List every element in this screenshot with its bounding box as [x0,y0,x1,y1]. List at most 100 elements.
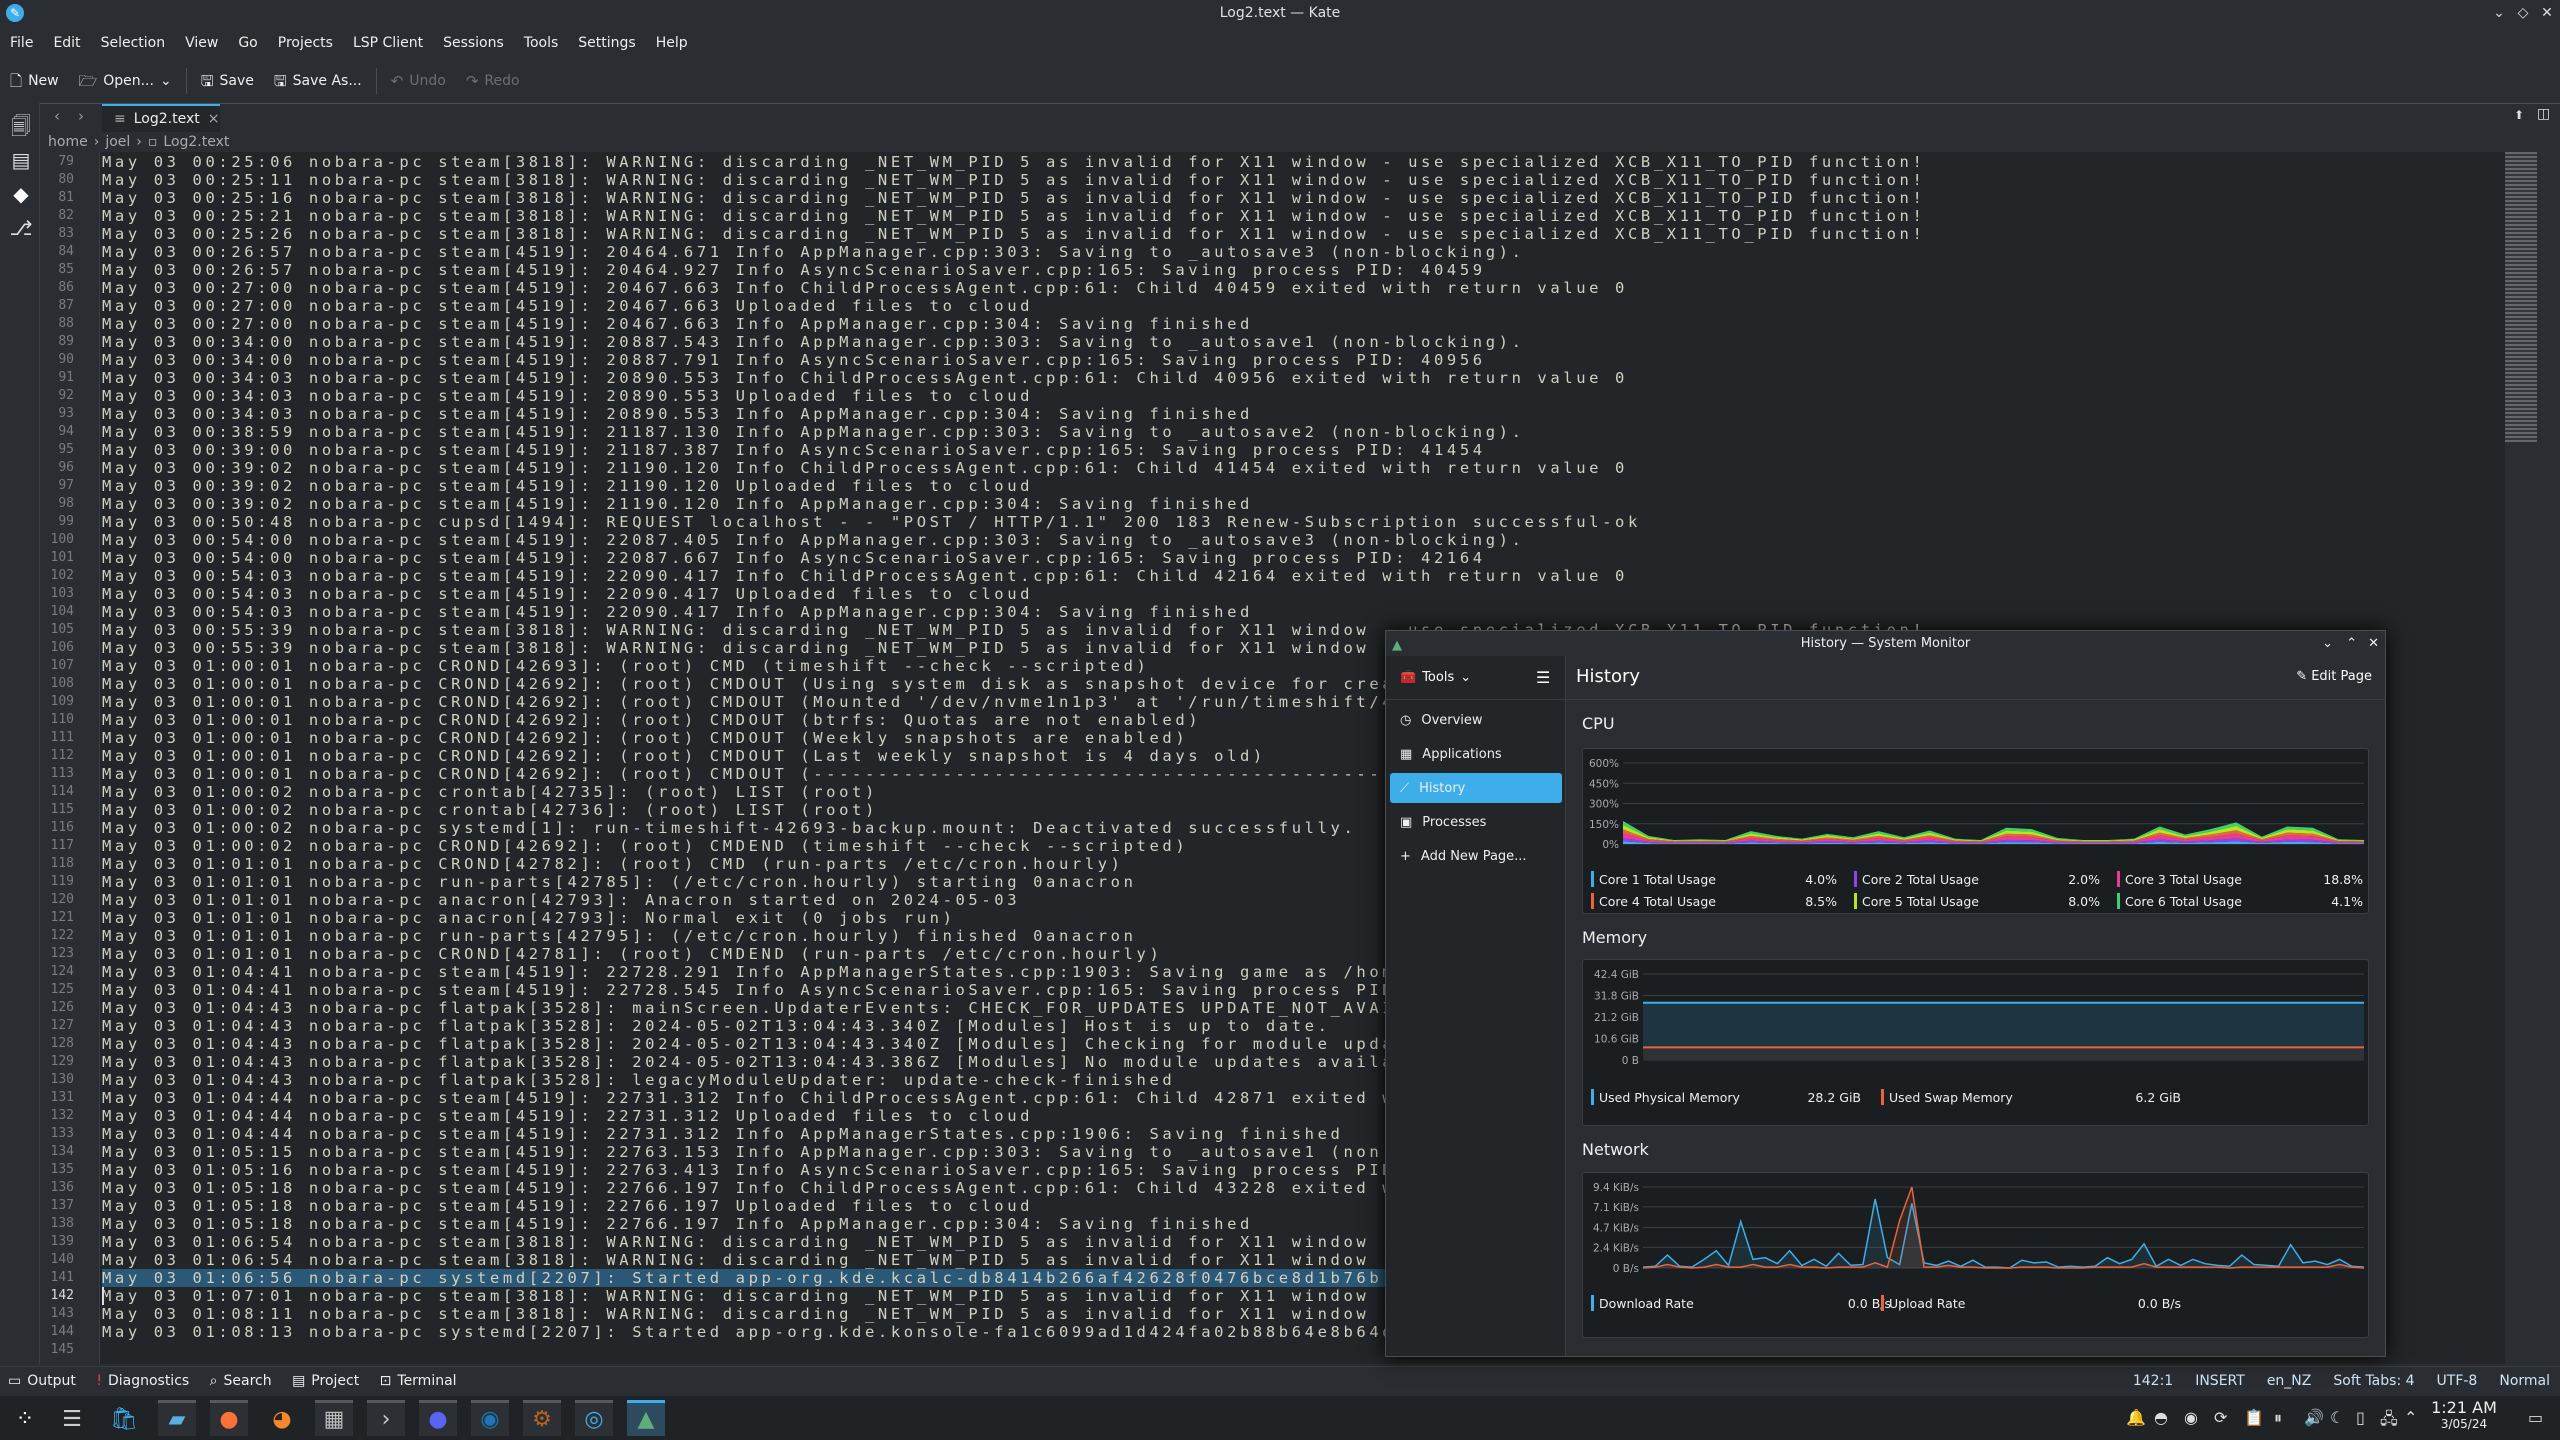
minimap-scrollbar[interactable] [2505,152,2537,442]
text-line[interactable]: May 03 00:39:02 nobara-pc steam[4519]: 2… [102,459,1628,477]
projects-icon[interactable]: ▤ [8,147,34,173]
text-line[interactable]: May 03 01:05:18 nobara-pc steam[4519]: 2… [102,1197,1033,1215]
night-light-icon[interactable]: ☾ [2330,1408,2344,1427]
text-line[interactable]: May 03 01:04:41 nobara-pc steam[4519]: 2… [102,981,1486,999]
pin-icon[interactable]: ⬆ [2514,108,2524,122]
breadcrumb-joel[interactable]: joel [105,132,130,152]
discord-icon[interactable]: ● [419,1400,457,1436]
text-line[interactable]: May 03 01:00:01 nobara-pc CROND[42692]: … [102,711,1201,729]
text-line[interactable]: May 03 00:39:02 nobara-pc steam[4519]: 2… [102,495,1253,513]
text-line[interactable]: May 03 01:00:02 nobara-pc CROND[42692]: … [102,837,1188,855]
system-monitor-icon[interactable]: ▲ [627,1400,665,1436]
audio-settings-icon[interactable]: ⚙ [523,1400,561,1436]
network-icon[interactable]: 🖧 [2380,1408,2398,1435]
diagnostics-panel-button[interactable]: ! Diagnostics [88,1367,197,1395]
text-line[interactable]: May 03 00:26:57 nobara-pc steam[4519]: 2… [102,261,1486,279]
output-panel-button[interactable]: ▭ Output [0,1367,84,1395]
text-line[interactable]: May 03 01:04:43 nobara-pc flatpak[3528]:… [102,1071,1175,1089]
media-pause-icon[interactable]: ⏸ [2274,1408,2282,1428]
clipboard-icon[interactable]: 📋 [2244,1408,2264,1427]
text-line[interactable]: May 03 00:26:57 nobara-pc steam[4519]: 2… [102,243,1525,261]
text-line[interactable]: May 03 01:05:15 nobara-pc steam[4519]: 2… [102,1143,1525,1161]
text-line[interactable]: May 03 01:04:44 nobara-pc steam[4519]: 2… [102,1125,1343,1143]
blender-icon[interactable]: ◕ [263,1400,301,1436]
text-line[interactable]: May 03 00:39:02 nobara-pc steam[4519]: 2… [102,477,1033,495]
text-line[interactable]: May 03 01:00:01 nobara-pc CROND[42692]: … [102,693,1563,711]
indentation-settings[interactable]: Soft Tabs: 4 [2333,1367,2414,1395]
menu-settings[interactable]: Settings [568,28,645,58]
menu-view[interactable]: View [175,28,228,58]
application-launcher-icon[interactable]: ⁘ [6,1400,44,1436]
text-line[interactable]: May 03 00:54:00 nobara-pc steam[4519]: 2… [102,549,1486,567]
menu-tools[interactable]: Tools [514,28,569,58]
tray-expand-icon[interactable]: ⌃ [2404,1408,2417,1427]
kde-connect-icon[interactable]: ◎ [575,1400,613,1436]
konsole-icon[interactable]: › [367,1400,405,1436]
text-line[interactable]: May 03 00:54:00 nobara-pc steam[4519]: 2… [102,531,1525,549]
menu-help[interactable]: Help [646,28,698,58]
text-line[interactable]: May 03 01:04:43 nobara-pc flatpak[3528]:… [102,999,1460,1017]
split-view-icon[interactable]: ◫ [2537,106,2550,122]
text-line[interactable]: May 03 00:25:26 nobara-pc steam[3818]: W… [102,225,1925,243]
system-settings-icon[interactable]: ☰ [53,1400,91,1436]
text-line[interactable]: May 03 01:00:02 nobara-pc systemd[1]: ru… [102,819,1356,837]
redo-button[interactable]: ↷ Redo [456,73,530,89]
menu-projects[interactable]: Projects [268,28,343,58]
clock[interactable]: 1:21 AM 3/05/24 [2424,1398,2504,1431]
volume-icon[interactable]: 🔊 [2304,1408,2324,1427]
text-line[interactable]: May 03 00:34:03 nobara-pc steam[4519]: 2… [102,405,1253,423]
discover-icon[interactable]: 🛍 [105,1400,143,1436]
close-icon[interactable]: ✕ [2368,631,2379,656]
dolphin-file-manager-icon[interactable]: ▰ [158,1400,196,1436]
text-line[interactable]: May 03 01:01:01 nobara-pc run-parts[4279… [102,927,1137,945]
tab-close-icon[interactable]: × [208,106,220,132]
text-line[interactable]: May 03 00:25:21 nobara-pc steam[3818]: W… [102,207,1925,225]
documents-icon[interactable]: 🗐 [8,113,34,139]
kate-app-icon[interactable]: ✎ [6,4,24,22]
encoding[interactable]: UTF-8 [2437,1367,2478,1395]
discord-tray-icon[interactable]: ◓ [2154,1408,2168,1427]
minimize-icon[interactable]: ⌄ [2322,631,2333,656]
symbols-icon[interactable]: ⎇ [8,215,34,241]
sidebar-item-overview[interactable]: ◷ Overview [1390,705,1562,735]
menu-sessions[interactable]: Sessions [433,28,514,58]
show-desktop-icon[interactable]: ▭ [2528,1408,2543,1427]
sidebar-item-add-new-page[interactable]: + Add New Page... [1390,841,1562,871]
breadcrumb-home[interactable]: home [48,132,88,152]
notifications-icon[interactable]: 🔔 [2126,1408,2146,1427]
tab-log2[interactable]: ≡ Log2.text × [102,104,220,132]
text-line[interactable]: May 03 00:34:00 nobara-pc steam[4519]: 2… [102,351,1486,369]
maximize-icon[interactable]: ◇ [2512,0,2534,27]
steam-icon[interactable]: ◉ [471,1400,509,1436]
text-line[interactable]: May 03 00:27:00 nobara-pc steam[4519]: 2… [102,297,1033,315]
text-line[interactable]: May 03 01:00:01 nobara-pc CROND[42693]: … [102,657,1149,675]
firefox-icon[interactable]: ● [210,1400,248,1436]
updates-icon[interactable]: ⟳ [2214,1408,2227,1427]
kcalc-icon[interactable]: ▦ [315,1400,353,1436]
text-line[interactable]: May 03 00:54:03 nobara-pc steam[4519]: 2… [102,603,1253,621]
forward-icon[interactable]: › [78,107,84,125]
kde-connect-tray-icon[interactable]: ▯ [2356,1408,2365,1427]
text-line[interactable]: May 03 00:50:48 nobara-pc cupsd[1494]: R… [102,513,1641,531]
text-line[interactable]: May 03 01:04:43 nobara-pc flatpak[3528]:… [102,1053,1447,1071]
text-line[interactable]: May 03 01:01:01 nobara-pc run-parts[4278… [102,873,1137,891]
search-panel-button[interactable]: ⌕ Search [202,1367,280,1395]
tools-menu-button[interactable]: 🧰 Tools ⌄ ☰ [1386,656,1566,700]
text-line[interactable]: May 03 00:25:06 nobara-pc steam[3818]: W… [102,153,1925,171]
text-line[interactable]: May 03 00:25:11 nobara-pc steam[3818]: W… [102,171,1925,189]
text-line[interactable]: May 03 01:00:02 nobara-pc crontab[42735]… [102,783,878,801]
syntax-mode[interactable]: Normal [2499,1367,2550,1395]
text-line[interactable]: May 03 01:00:01 nobara-pc CROND[42692]: … [102,729,1188,747]
text-line[interactable]: May 03 00:34:03 nobara-pc steam[4519]: 2… [102,387,1033,405]
text-line[interactable]: May 03 00:27:00 nobara-pc steam[4519]: 2… [102,279,1628,297]
text-line[interactable]: May 03 00:38:59 nobara-pc steam[4519]: 2… [102,423,1525,441]
dictionary-language[interactable]: en_NZ [2267,1367,2312,1395]
steam-tray-icon[interactable]: ◉ [2184,1408,2198,1427]
text-line[interactable]: May 03 01:05:18 nobara-pc steam[4519]: 2… [102,1215,1253,1233]
sidebar-item-history[interactable]: ⟋ History [1390,773,1562,803]
terminal-panel-button[interactable]: ⊡ Terminal [372,1367,465,1395]
text-line[interactable]: May 03 01:04:44 nobara-pc steam[4519]: 2… [102,1107,1033,1125]
sidebar-item-processes[interactable]: ▣ Processes [1390,807,1562,837]
text-line[interactable]: May 03 01:01:01 nobara-pc CROND[42782]: … [102,855,1124,873]
minimize-icon[interactable]: ⌄ [2488,0,2510,27]
